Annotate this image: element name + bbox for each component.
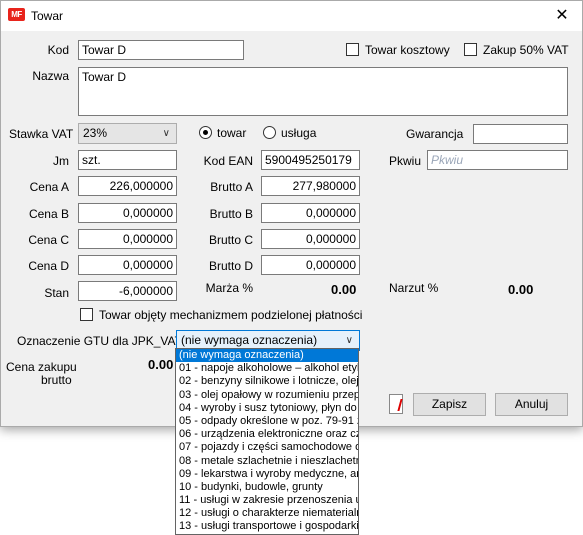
gtu-option[interactable]: 11 - usługi w zakresie przenoszenia up [176, 494, 358, 507]
gtu-option[interactable]: 01 - napoje alkoholowe – alkohol etylo [176, 362, 358, 375]
cena-b-input[interactable]: 0,000000 [78, 203, 177, 223]
gtu-option[interactable]: (nie wymaga oznaczenia) [176, 349, 358, 363]
gtu-option[interactable]: 08 - metale szlachetnie i nieszlachetne [176, 455, 358, 468]
brutto-a-input[interactable]: 277,980000 [261, 176, 360, 196]
zakup-50-vat-checkbox[interactable] [464, 43, 477, 56]
cena-c-input[interactable]: 0,000000 [78, 229, 177, 249]
cena-d-input[interactable]: 0,000000 [78, 255, 177, 275]
brutto-b-label: Brutto B [209, 207, 253, 221]
gtu-option[interactable]: 10 - budynki, budowle, grunty [176, 481, 358, 494]
stawka-vat-label: Stawka VAT [9, 127, 74, 141]
pdf-icon[interactable] [389, 394, 403, 414]
close-icon[interactable]: ✕ [542, 1, 582, 31]
usluga-radio[interactable] [263, 126, 276, 139]
pkwiu-input[interactable]: Pkwiu [427, 150, 568, 170]
stawka-vat-select[interactable]: 23% ∨ [78, 123, 177, 144]
gtu-option[interactable]: 04 - wyroby i susz tytoniowy, płyn do p [176, 402, 358, 415]
nazwa-label: Nazwa [32, 69, 69, 83]
gwarancja-input[interactable] [473, 124, 568, 144]
brutto-c-label: Brutto C [208, 233, 253, 247]
gtu-option[interactable]: 06 - urządzenia elektroniczne oraz czę [176, 428, 358, 441]
jm-input[interactable]: szt. [78, 150, 177, 170]
brutto-d-input[interactable]: 0,000000 [261, 255, 360, 275]
gtu-option[interactable]: 07 - pojazdy i części samochodowe o [176, 441, 358, 454]
gtu-option[interactable]: 12 - usługi o charakterze niematerialny [176, 507, 358, 520]
gtu-dropdown-list: (nie wymaga oznaczenia) 01 - napoje alko… [175, 348, 359, 535]
cena-d-label: Cena D [28, 259, 69, 273]
brutto-b-input[interactable]: 0,000000 [261, 203, 360, 223]
towar-radio[interactable] [199, 126, 212, 139]
brutto-c-input[interactable]: 0,000000 [261, 229, 360, 249]
gtu-option[interactable]: 03 - olej opałowy w rozumieniu przepis [176, 389, 358, 402]
towar-kosztowy-label: Towar kosztowy [365, 43, 450, 57]
cena-a-input[interactable]: 226,000000 [78, 176, 177, 196]
narzut-label: Narzut % [389, 281, 439, 295]
cena-b-label: Cena B [28, 207, 69, 221]
cena-c-label: Cena C [28, 233, 69, 247]
stan-label: Stan [44, 286, 69, 300]
cena-a-label: Cena A [29, 180, 69, 194]
brutto-d-label: Brutto D [208, 259, 253, 273]
window-title: Towar [31, 9, 64, 23]
kod-label: Kod [47, 43, 69, 57]
stawka-vat-value: 23% [83, 126, 108, 140]
app-logo-icon: MF [8, 8, 25, 21]
brutto-a-label: Brutto A [210, 180, 253, 194]
gtu-option[interactable]: 13 - usługi transportowe i gospodarki n [176, 520, 358, 533]
gtu-selected-value: (nie wymaga oznaczenia) [181, 333, 318, 347]
kod-input[interactable]: Towar D [78, 40, 244, 60]
kod-ean-input[interactable]: 5900495250179 [261, 150, 360, 170]
marza-label: Marża % [205, 281, 253, 295]
towar-radio-label: towar [217, 126, 247, 140]
towar-kosztowy-checkbox[interactable] [346, 43, 359, 56]
zakup-50-vat-label: Zakup 50% VAT [483, 43, 569, 57]
gtu-option[interactable]: 02 - benzyny silnikowe i lotnicze, oleje [176, 375, 358, 388]
jm-label: Jm [53, 154, 69, 168]
cena-zakupu-label: Cena zakupu [6, 360, 77, 374]
marza-value: 0.00 [331, 282, 357, 297]
cena-zakupu-label-2: brutto [41, 373, 72, 387]
save-button[interactable]: Zapisz [413, 393, 486, 416]
gtu-label: Oznaczenie GTU dla JPK_VAT [17, 334, 182, 348]
stan-input[interactable]: -6,000000 [78, 281, 177, 301]
pkwiu-label: Pkwiu [389, 154, 422, 168]
split-payment-checkbox[interactable] [80, 308, 93, 321]
kod-ean-label: Kod EAN [203, 154, 253, 168]
chevron-down-icon: ∨ [162, 128, 170, 139]
nazwa-input[interactable]: Towar D [78, 67, 568, 116]
gwarancja-label: Gwarancja [406, 127, 464, 141]
split-payment-label: Towar objęty mechanizmem podzielonej pła… [99, 308, 363, 322]
cancel-button[interactable]: Anuluj [495, 393, 568, 416]
cena-zakupu-value: 0.00 [148, 357, 174, 372]
usluga-radio-label: usługa [281, 126, 317, 140]
title-bar: MF Towar ✕ [1, 1, 582, 31]
narzut-value: 0.00 [508, 282, 534, 297]
gtu-option[interactable]: 05 - odpady określone w poz. 79-91 za [176, 415, 358, 428]
gtu-option[interactable]: 09 - lekarstwa i wyroby medyczne, arty [176, 468, 358, 481]
